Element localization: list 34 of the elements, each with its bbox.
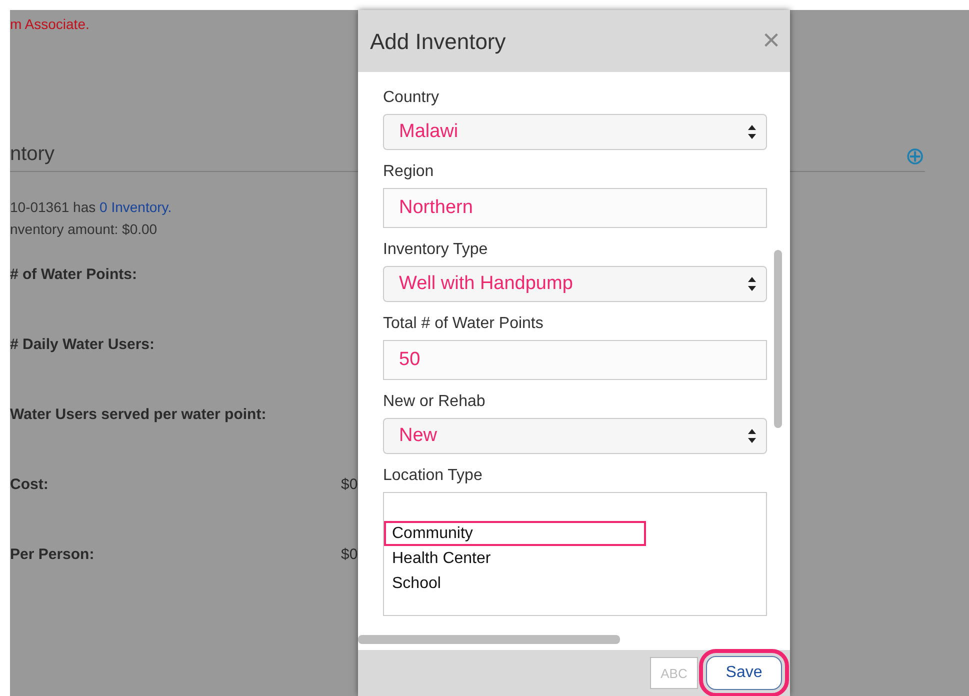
inventory-link[interactable]: 0 Inventory. bbox=[100, 199, 172, 215]
field-label: # of Water Points: bbox=[10, 265, 137, 285]
dialog-title: Add Inventory bbox=[370, 28, 506, 56]
list-option[interactable]: Health Center bbox=[384, 546, 646, 571]
field-value: $0 bbox=[341, 475, 358, 495]
field-label: New or Rehab bbox=[383, 392, 486, 412]
spellcheck-button[interactable]: ABC bbox=[650, 657, 698, 689]
list-option[interactable]: Community bbox=[384, 521, 646, 546]
updown-arrows-icon bbox=[748, 429, 756, 443]
section-title: ntory bbox=[10, 142, 54, 167]
field-label: Inventory Type bbox=[383, 240, 489, 260]
list-option[interactable]: School bbox=[384, 571, 646, 596]
select-field[interactable]: Malawi bbox=[383, 114, 767, 150]
text-field[interactable]: Northern bbox=[383, 188, 767, 228]
close-button[interactable]: × bbox=[762, 26, 780, 56]
updown-arrows-icon bbox=[748, 277, 756, 291]
field-label: Location Type bbox=[383, 466, 484, 486]
summary-text: 10-01361 has 0 Inventory. bbox=[10, 198, 172, 217]
field-label: # Daily Water Users: bbox=[10, 335, 155, 355]
field-value: $0 bbox=[341, 545, 358, 565]
updown-arrows-icon bbox=[748, 125, 756, 139]
notice-text: m Associate. bbox=[10, 15, 90, 34]
field-label: Region bbox=[383, 162, 435, 182]
text-field[interactable]: 50 bbox=[383, 340, 767, 380]
field-label: Per Person: bbox=[10, 545, 94, 565]
field-label: Country bbox=[383, 88, 440, 108]
select-field[interactable]: Well with Handpump bbox=[383, 266, 767, 302]
horizontal-scrollbar[interactable] bbox=[358, 635, 620, 644]
field-label: Water Users served per water point: bbox=[10, 405, 266, 425]
field-label: Total # of Water Points bbox=[383, 314, 544, 334]
amount-text: nventory amount: $0.00 bbox=[10, 220, 158, 239]
select-field[interactable]: New bbox=[383, 418, 767, 454]
vertical-scrollbar[interactable] bbox=[774, 250, 782, 428]
field-label: Cost: bbox=[10, 475, 48, 495]
